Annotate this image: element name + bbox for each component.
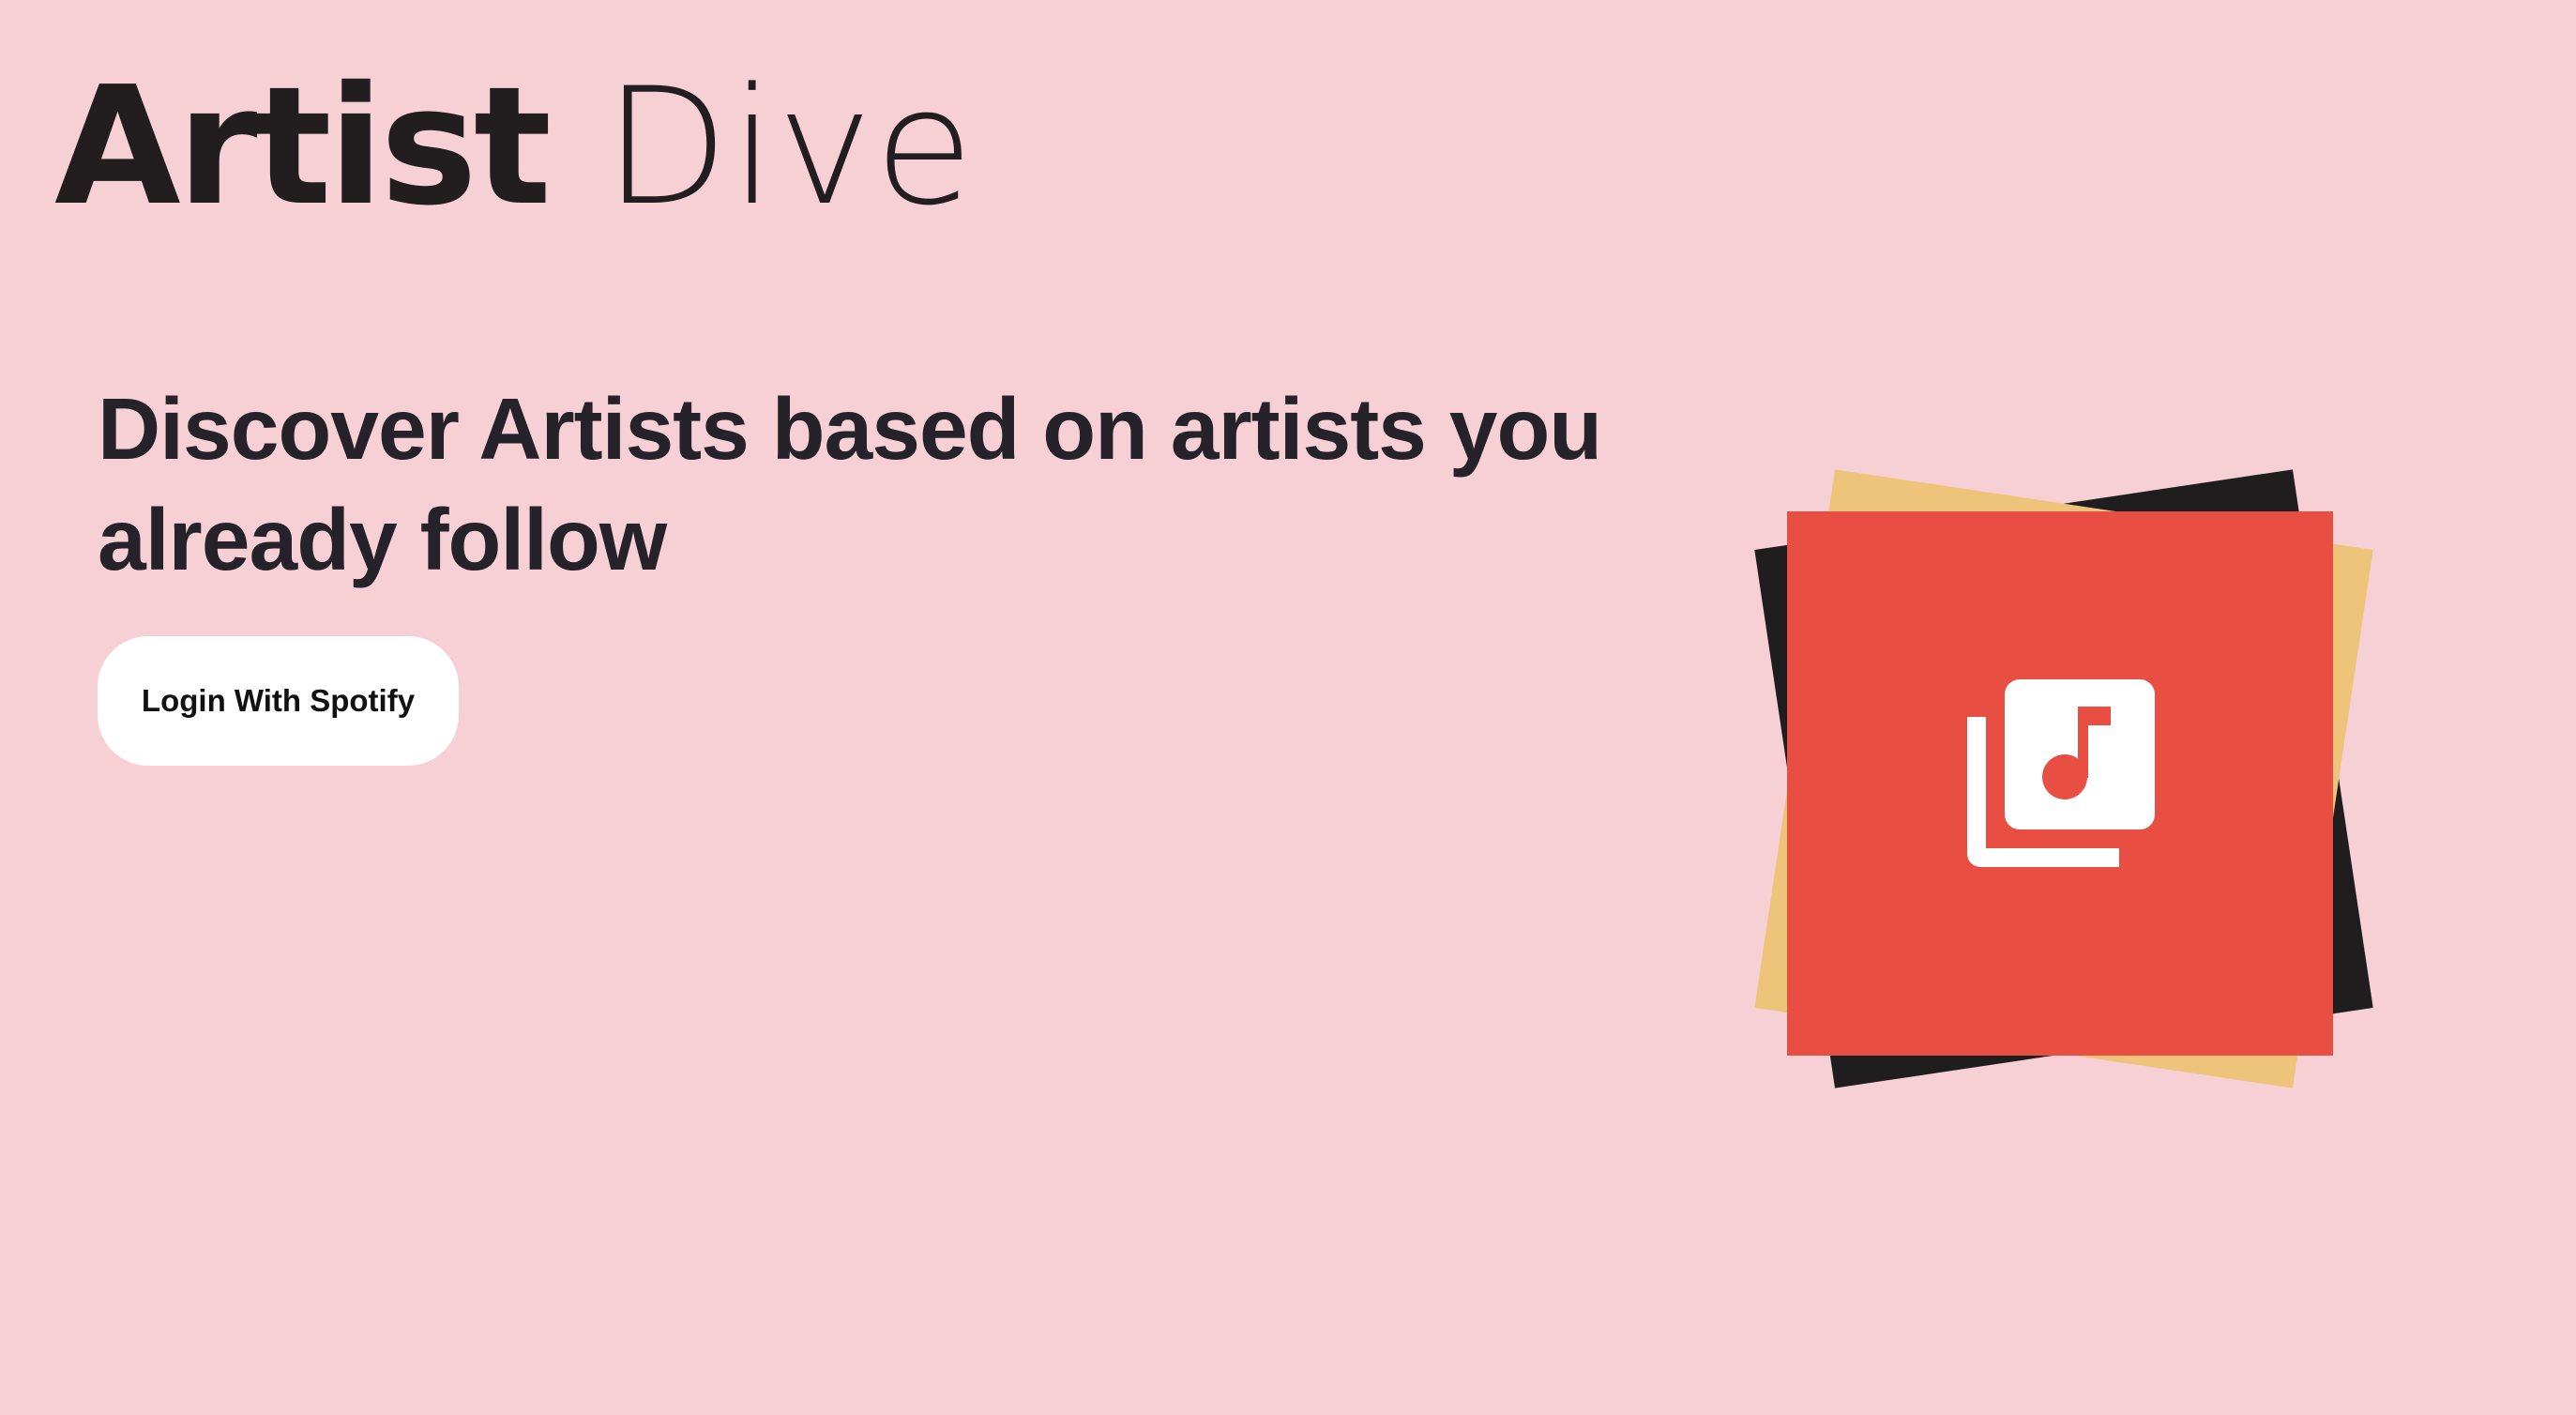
hero-headline: Discover Artists based on artists you al… xyxy=(98,380,1602,588)
logo-light-text: Dive xyxy=(604,53,976,241)
album-stack-illustration xyxy=(1745,460,2383,1098)
login-with-spotify-button[interactable]: Login With Spotify xyxy=(98,636,459,766)
logo-bold-text: Artist xyxy=(54,52,552,242)
app-logo: Artist Dive xyxy=(54,66,976,235)
